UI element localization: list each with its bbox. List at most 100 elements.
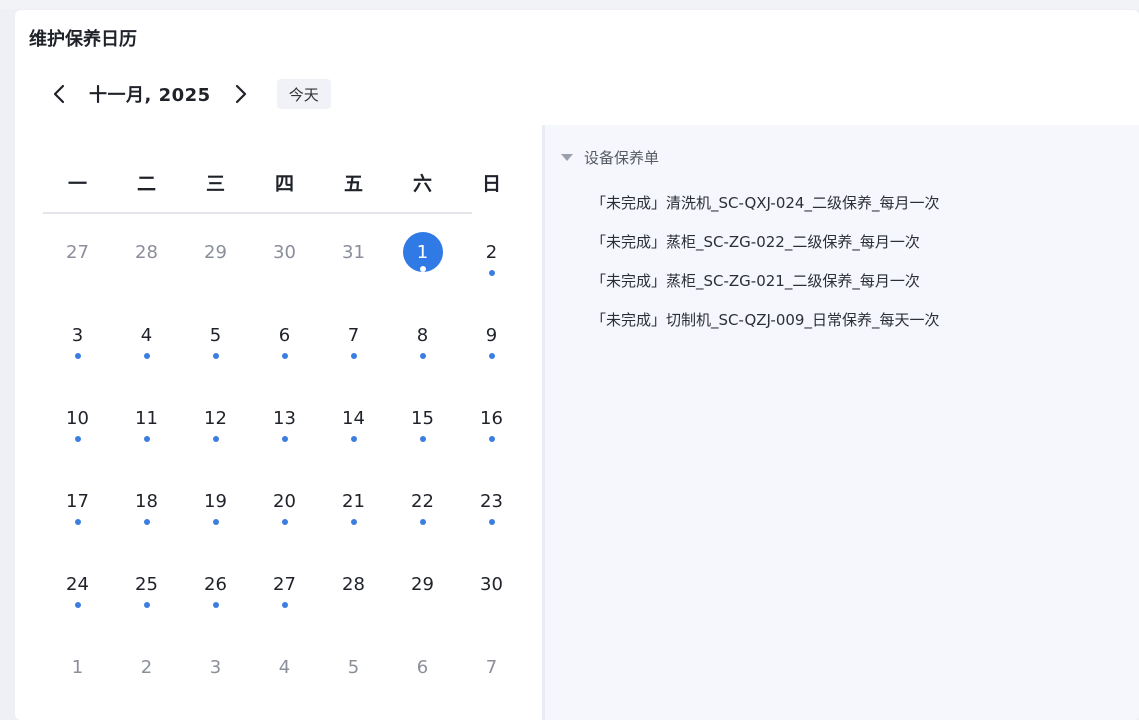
calendar-day[interactable]: 27: [250, 564, 319, 647]
day-number: 29: [411, 574, 434, 595]
event-dot-indicator: [143, 436, 150, 442]
event-dot-indicator: [281, 353, 288, 359]
calendar-day[interactable]: 24: [43, 564, 112, 647]
event-dot-indicator: [488, 270, 495, 276]
event-dot-indicator: [212, 519, 219, 525]
day-number: 27: [273, 574, 296, 595]
day-number: 29: [204, 242, 227, 263]
event-dot-indicator: [74, 519, 81, 525]
calendar-week-row: 10 11 12 13 14 15 16: [43, 398, 527, 481]
calendar-day[interactable]: 21: [319, 481, 388, 564]
event-dot-indicator: [74, 602, 81, 608]
day-number: 9: [485, 325, 498, 346]
day-number: 23: [480, 491, 503, 512]
calendar-week-row: 27 28 29 30 31 1 2: [43, 232, 527, 315]
calendar-day[interactable]: 28: [319, 564, 388, 647]
calendar-day[interactable]: 29: [181, 232, 250, 315]
calendar-day[interactable]: 22: [388, 481, 457, 564]
event-dot-indicator: [143, 602, 150, 608]
month-label: 十一月, 2025: [89, 85, 211, 106]
maintenance-item[interactable]: 「未完成」蒸柜_SC-ZG-021_二级保养_每月一次: [591, 261, 939, 300]
day-number: 28: [135, 242, 158, 263]
day-number: 15: [411, 408, 434, 429]
calendar-day[interactable]: 28: [112, 232, 181, 315]
calendar-day[interactable]: 19: [181, 481, 250, 564]
calendar-day[interactable]: 23: [457, 481, 526, 564]
calendar-day[interactable]: 15: [388, 398, 457, 481]
calendar-day[interactable]: 4: [112, 315, 181, 398]
event-dot-indicator: [488, 353, 495, 359]
event-dot-indicator: [419, 266, 426, 272]
weekday-label: 六: [412, 172, 432, 195]
day-number: 12: [204, 408, 227, 429]
day-number: 16: [480, 408, 503, 429]
event-dot-indicator: [281, 602, 288, 608]
day-number: 2: [140, 657, 153, 678]
day-number: 10: [66, 408, 89, 429]
calendar-day[interactable]: 4: [250, 647, 319, 720]
calendar-day[interactable]: 31: [319, 232, 388, 315]
calendar-day[interactable]: 7: [457, 647, 526, 720]
calendar-day[interactable]: 20: [250, 481, 319, 564]
day-number: 4: [278, 657, 291, 678]
weekday-divider: [43, 212, 472, 214]
day-number: 7: [485, 657, 498, 678]
maintenance-item[interactable]: 「未完成」清洗机_SC-QXJ-024_二级保养_每月一次: [591, 183, 939, 222]
weekday-label: 二: [136, 172, 156, 195]
next-month-button[interactable]: [227, 80, 255, 108]
calendar-day[interactable]: 9: [457, 315, 526, 398]
prev-month-button[interactable]: [45, 80, 73, 108]
chevron-right-icon: [235, 84, 246, 104]
weekday-label: 四: [274, 172, 294, 195]
calendar-day[interactable]: 5: [319, 647, 388, 720]
day-number: 5: [347, 657, 360, 678]
calendar-day[interactable]: 16: [457, 398, 526, 481]
calendar-day[interactable]: 7: [319, 315, 388, 398]
calendar-day[interactable]: 3: [43, 315, 112, 398]
weekday-header: 一 二 三 四 五 六 日: [43, 158, 527, 206]
maintenance-item[interactable]: 「未完成」切制机_SC-QZJ-009_日常保养_每天一次: [591, 300, 939, 339]
calendar-day[interactable]: 2: [457, 232, 526, 315]
calendar-day[interactable]: 6: [388, 647, 457, 720]
day-number: 27: [66, 242, 89, 263]
calendar-week-row: 3 4 5 6 7 8 9: [43, 315, 527, 398]
group-header[interactable]: 设备保养单: [561, 147, 659, 168]
calendar-day[interactable]: 14: [319, 398, 388, 481]
calendar-card: 维护保养日历 十一月, 2025 今天 一 二 三 四 五 六 日 27 28 29…: [15, 10, 1139, 720]
calendar-day[interactable]: 11: [112, 398, 181, 481]
calendar-day-selected[interactable]: 1: [388, 232, 457, 315]
calendar-day[interactable]: 13: [250, 398, 319, 481]
day-number: 11: [135, 408, 158, 429]
day-number: 1: [416, 242, 429, 263]
event-dot-indicator: [350, 436, 357, 442]
day-number: 31: [342, 242, 365, 263]
day-number: 7: [347, 325, 360, 346]
calendar-day[interactable]: 30: [250, 232, 319, 315]
event-dot-indicator: [419, 436, 426, 442]
day-number: 3: [209, 657, 222, 678]
calendar-day[interactable]: 1: [43, 647, 112, 720]
calendar-day[interactable]: 25: [112, 564, 181, 647]
calendar-day[interactable]: 26: [181, 564, 250, 647]
calendar-day[interactable]: 29: [388, 564, 457, 647]
calendar-day[interactable]: 10: [43, 398, 112, 481]
calendar-day[interactable]: 5: [181, 315, 250, 398]
maintenance-item[interactable]: 「未完成」蒸柜_SC-ZG-022_二级保养_每月一次: [591, 222, 939, 261]
event-dot-indicator: [281, 436, 288, 442]
day-number: 6: [416, 657, 429, 678]
calendar-day[interactable]: 30: [457, 564, 526, 647]
calendar-day[interactable]: 18: [112, 481, 181, 564]
calendar-day[interactable]: 3: [181, 647, 250, 720]
calendar-day[interactable]: 27: [43, 232, 112, 315]
calendar-grid: 27 28 29 30 31 1 2 3 4 5 6 7 8 9 10 11 12 13 14 15 16 17 18 19 2…: [43, 232, 527, 720]
calendar-day[interactable]: 8: [388, 315, 457, 398]
today-button[interactable]: 今天: [276, 79, 331, 109]
calendar-day[interactable]: 6: [250, 315, 319, 398]
calendar-day[interactable]: 17: [43, 481, 112, 564]
calendar-day[interactable]: 2: [112, 647, 181, 720]
weekday-label: 一: [67, 172, 87, 195]
calendar-day[interactable]: 12: [181, 398, 250, 481]
day-number: 19: [204, 491, 227, 512]
event-dot-indicator: [74, 353, 81, 359]
maintenance-list: 「未完成」清洗机_SC-QXJ-024_二级保养_每月一次 「未完成」蒸柜_SC…: [591, 183, 939, 339]
